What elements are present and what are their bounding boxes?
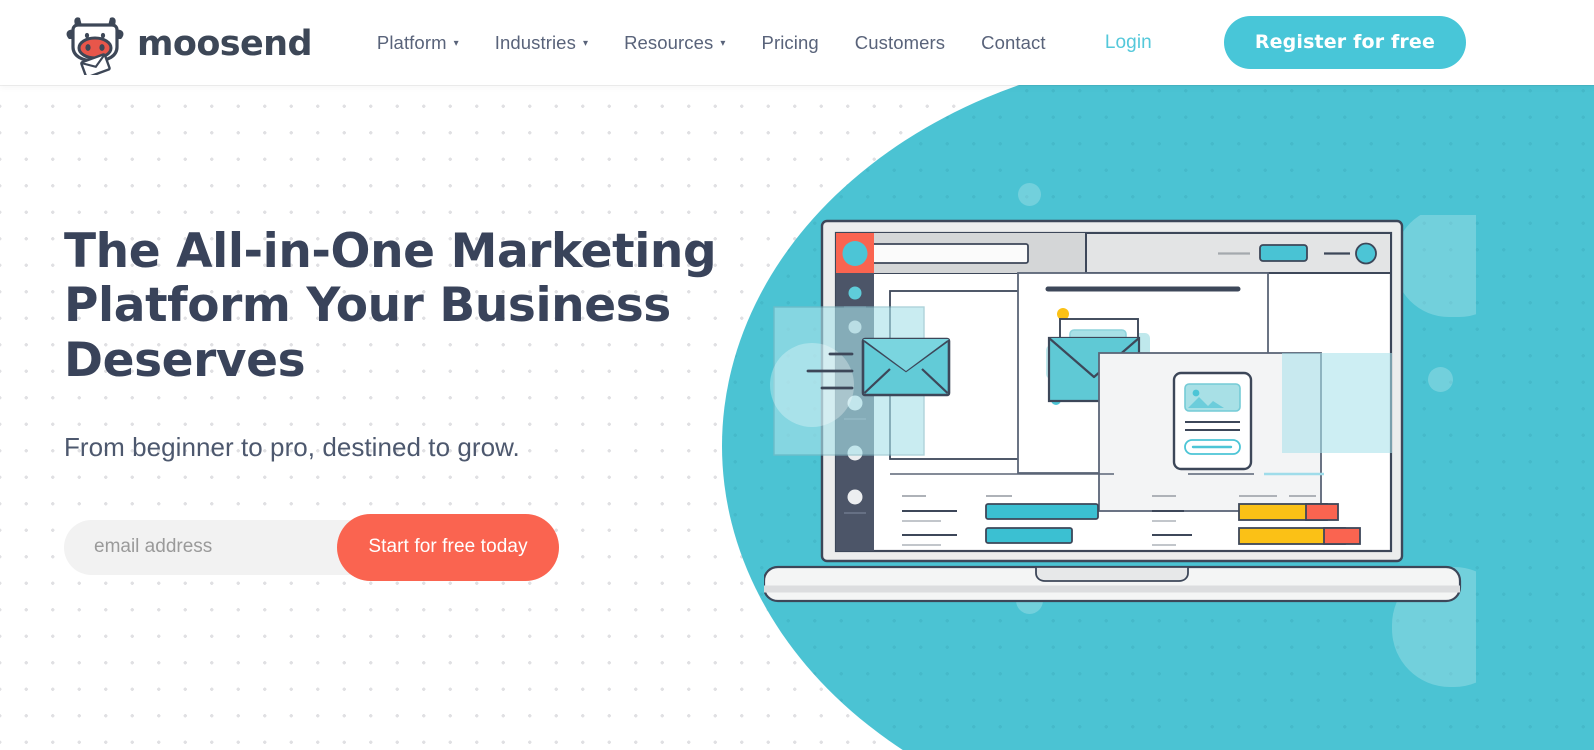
nav-item-pricing[interactable]: Pricing (744, 22, 837, 64)
nav-label: Contact (981, 31, 1046, 53)
start-for-free-button[interactable]: Start for free today (337, 513, 559, 581)
decorative-circle (1018, 183, 1041, 206)
signup-form: Start for free today (64, 513, 559, 581)
main-navigation: Platform ▾ Industries ▾ Resources ▾ Pric… (377, 22, 1064, 64)
nav-item-customers[interactable]: Customers (837, 22, 963, 64)
chevron-down-icon: ▾ (453, 38, 459, 49)
chevron-down-icon: ▾ (720, 38, 726, 49)
nav-item-resources[interactable]: Resources ▾ (606, 22, 743, 64)
register-for-free-button[interactable]: Register for free (1223, 16, 1466, 69)
site-header: moosend Platform ▾ Industries ▾ Resource… (0, 0, 1594, 85)
page-root: moosend Platform ▾ Industries ▾ Resource… (0, 0, 1594, 750)
hero-subtitle: From beginner to pro, destined to grow. (64, 431, 520, 462)
page-title: The All-in-One Marketing Platform Your B… (64, 224, 717, 388)
nav-item-platform[interactable]: Platform ▾ (377, 22, 477, 64)
nav-item-industries[interactable]: Industries ▾ (477, 22, 606, 64)
nav-label: Platform (376, 31, 447, 53)
nav-label: Pricing (761, 31, 819, 53)
login-link[interactable]: Login (1095, 24, 1162, 62)
hero-copy: The All-in-One Marketing Platform Your B… (64, 224, 724, 581)
nav-label: Customers (854, 31, 946, 53)
nav-item-contact[interactable]: Contact (963, 22, 1063, 64)
header-actions: Login Register for free (1095, 16, 1466, 69)
nav-label: Resources (624, 31, 714, 53)
logo-wordmark: moosend (137, 24, 313, 64)
hero-section: The All-in-One Marketing Platform Your B… (0, 85, 1594, 750)
nav-label: Industries (494, 31, 576, 53)
cow-head-logo-icon (62, 11, 128, 78)
logo-link[interactable]: moosend (62, 11, 313, 78)
laptop-email-marketing-illustration (764, 215, 1476, 705)
chevron-down-icon: ▾ (582, 38, 589, 49)
